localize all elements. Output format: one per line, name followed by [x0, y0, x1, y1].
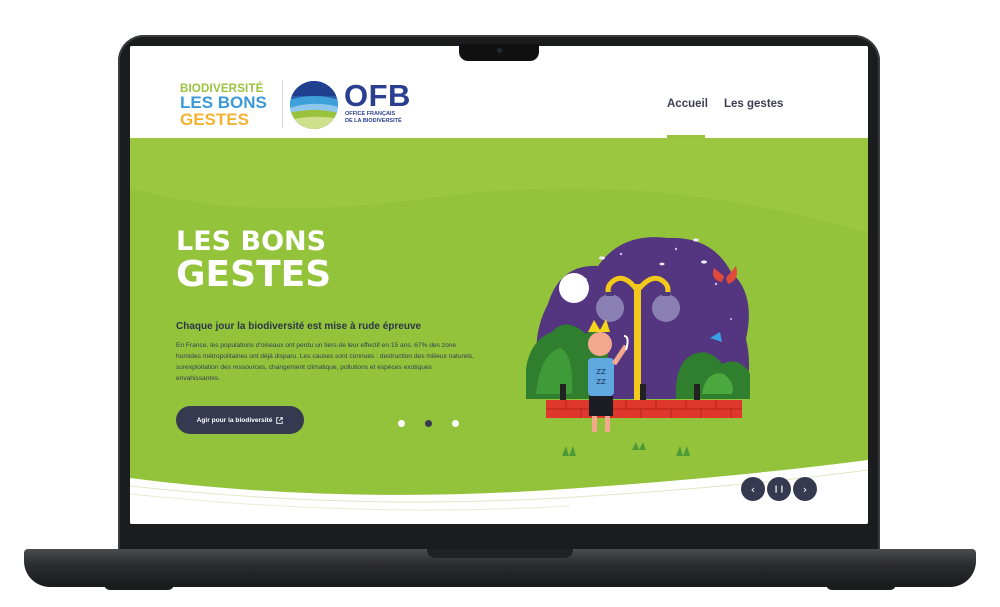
moth-icon [659, 262, 665, 266]
moth-icon [693, 238, 699, 242]
carousel-dot-1[interactable] [398, 420, 405, 427]
chevron-right-icon: › [802, 482, 808, 496]
nav-item-accueil[interactable]: Accueil [667, 98, 708, 110]
laptop-foot-left [104, 584, 174, 590]
logo-line-2: LES BONS [180, 93, 267, 112]
carousel-prev-button[interactable]: ‹ [741, 477, 765, 501]
svg-text:ZZ: ZZ [596, 378, 606, 386]
star-icon [619, 252, 623, 256]
logo-divider [282, 80, 283, 128]
carousel-dot-3[interactable] [452, 420, 459, 427]
moon-icon [559, 273, 589, 303]
carousel-dot-2[interactable] [425, 420, 432, 427]
ofb-subtitle-line-1: OFFICE FRANÇAIS [345, 111, 396, 117]
carousel-next-button[interactable]: › [793, 477, 817, 501]
agir-button-label: Agir pour la biodiversité [196, 416, 273, 424]
logo-line-3: GESTES [180, 110, 249, 129]
star-icon [730, 318, 732, 320]
ofb-subtitle-line-2: DE LA BIODIVERSITÉ [345, 117, 402, 124]
star-icon [674, 247, 678, 251]
carousel-pause-button[interactable]: ❙❙ [767, 477, 791, 501]
bollard [640, 384, 646, 400]
bollard [560, 384, 566, 400]
moth-icon [701, 260, 707, 264]
agir-button[interactable]: Agir pour la biodiversité [176, 406, 304, 434]
nav-item-les-gestes[interactable]: Les gestes [724, 98, 783, 110]
star-icon [714, 282, 718, 286]
laptop-screen: BIODIVERSITÉ LES BONS GESTES OFB OFFICE … [130, 46, 868, 524]
hero-illustration: ZZ ZZ [526, 237, 750, 456]
hero-subtitle: Chaque jour la biodiversité est mise à r… [176, 321, 422, 332]
external-link-icon [276, 416, 284, 424]
grass-tuft [632, 442, 646, 450]
svg-text:ZZ: ZZ [596, 368, 606, 376]
camera-icon [497, 48, 502, 53]
chevron-left-icon: ‹ [750, 482, 756, 496]
hero-title: LES BONS GESTES [176, 227, 331, 293]
hero-title-line-1: LES BONS [176, 226, 327, 257]
ofb-logo-mark-icon [290, 81, 338, 129]
hero-carousel: LES BONS GESTES Chaque jour la biodivers… [130, 138, 868, 524]
bollard [694, 384, 700, 400]
moth-icon [599, 256, 605, 260]
biodiversite-logo[interactable]: BIODIVERSITÉ LES BONS GESTES [180, 83, 274, 128]
pause-icon: ❙❙ [773, 485, 785, 493]
laptop-hinge [427, 549, 573, 558]
hero-title-line-2: GESTES [176, 254, 332, 295]
ofb-wordmark: OFB [344, 78, 411, 113]
laptop-foot-right [826, 584, 896, 590]
ofb-subtitle: OFFICE FRANÇAIS DE LA BIODIVERSITÉ [345, 111, 402, 124]
hero-body-text: En France, les populations d'oiseaux ont… [176, 342, 474, 382]
grass-tuft [562, 446, 576, 456]
grass-tuft [676, 446, 690, 456]
